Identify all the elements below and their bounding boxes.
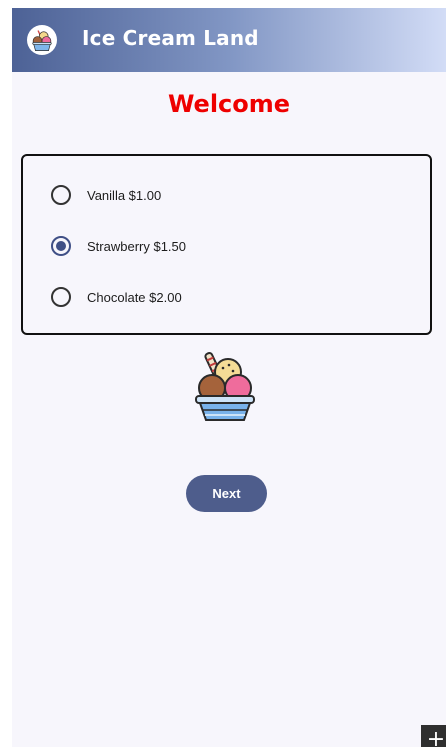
radio-button-unchecked[interactable] xyxy=(51,185,71,205)
flavor-option-vanilla[interactable]: Vanilla $1.00 xyxy=(51,183,351,207)
radio-button-checked[interactable] xyxy=(51,236,71,256)
radio-button-unchecked[interactable] xyxy=(51,287,71,307)
flavor-options-group: Vanilla $1.00 Strawberry $1.50 Chocolate… xyxy=(21,154,432,335)
next-button[interactable]: Next xyxy=(186,475,267,512)
plus-icon[interactable]: + xyxy=(421,725,446,747)
app-bar: Ice Cream Land xyxy=(12,8,446,72)
ice-cream-sundae-icon xyxy=(195,352,255,421)
flavor-option-strawberry[interactable]: Strawberry $1.50 xyxy=(51,234,351,258)
flavor-option-label: Chocolate $2.00 xyxy=(87,289,182,305)
welcome-heading: Welcome xyxy=(167,90,291,118)
app-logo xyxy=(27,25,57,55)
flavor-option-label: Vanilla $1.00 xyxy=(87,187,162,203)
app-title: Ice Cream Land xyxy=(82,26,259,50)
ice-cream-sundae-icon xyxy=(32,30,52,51)
flavor-option-label: Strawberry $1.50 xyxy=(87,238,186,254)
app-screen: Ice Cream Land Welcome Vanilla $1.00 Str… xyxy=(12,8,446,747)
flavor-option-chocolate[interactable]: Chocolate $2.00 xyxy=(51,285,351,309)
